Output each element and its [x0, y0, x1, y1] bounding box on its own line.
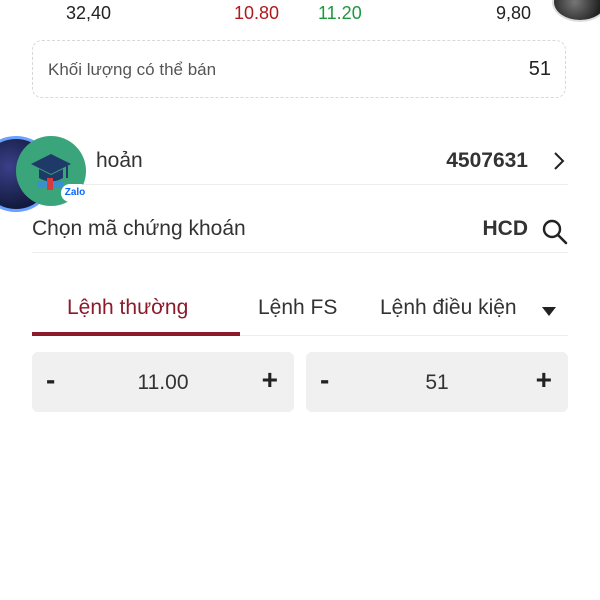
- account-row[interactable]: hoản 4507631: [32, 137, 568, 185]
- sellable-volume-value: 51: [528, 58, 551, 80]
- active-tab-indicator: [32, 332, 240, 336]
- price-increase-button[interactable]: +: [262, 364, 278, 396]
- zalo-badge: Zalo: [61, 184, 89, 202]
- quantity-increase-button[interactable]: +: [536, 364, 552, 396]
- sellable-volume-card: Khối lượng có thể bán 51: [32, 40, 566, 98]
- chevron-right-icon[interactable]: [552, 151, 566, 176]
- price-left: 32,40: [66, 3, 112, 23]
- account-label: hoản: [96, 149, 143, 172]
- symbol-label: Chọn mã chứng khoán: [32, 217, 246, 240]
- price-green: 11.20: [318, 3, 362, 23]
- price-value[interactable]: 11.00: [32, 371, 294, 395]
- order-type-tabs: Lệnh thường Lệnh FS Lệnh điều kiện: [32, 290, 568, 336]
- tab-fs-order[interactable]: Lệnh FS: [258, 296, 337, 320]
- symbol-row[interactable]: Chọn mã chứng khoán HCD: [32, 205, 568, 253]
- avatar[interactable]: [552, 0, 600, 22]
- account-number: 4507631: [446, 149, 528, 172]
- search-icon[interactable]: [542, 219, 568, 250]
- quantity-stepper: - 51 +: [306, 352, 568, 412]
- price-red: 10.80: [234, 3, 280, 23]
- caret-down-icon[interactable]: [542, 304, 556, 322]
- tab-conditional-order[interactable]: Lệnh điều kiện: [380, 296, 517, 320]
- quantity-value[interactable]: 51: [306, 371, 568, 395]
- price-right: 9,80: [496, 3, 532, 23]
- sellable-volume-label: Khối lượng có thể bán: [48, 60, 217, 79]
- price-stepper: - 11.00 +: [32, 352, 294, 412]
- tab-normal-order[interactable]: Lệnh thường: [67, 296, 188, 320]
- symbol-value: HCD: [482, 217, 529, 240]
